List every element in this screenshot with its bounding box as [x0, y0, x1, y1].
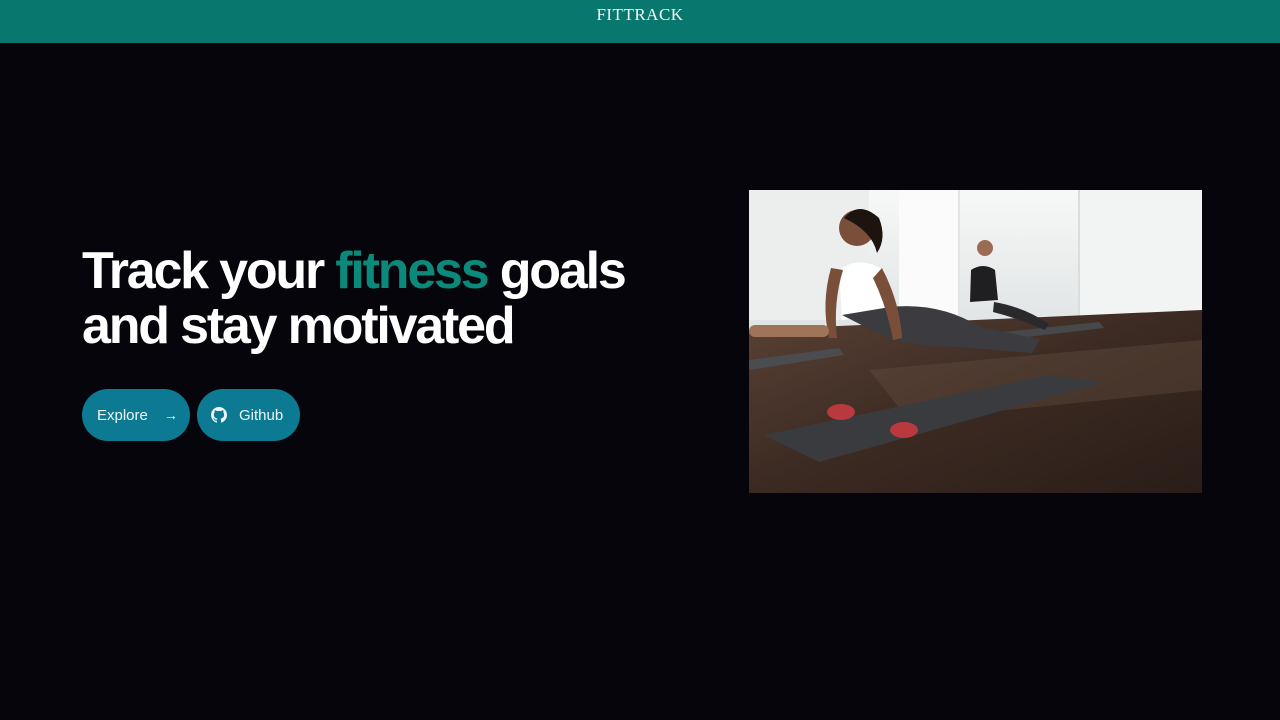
hero-headline: Track your fitness goals and stay motiva… — [82, 244, 722, 354]
github-icon — [211, 407, 227, 423]
hero-image — [749, 190, 1202, 493]
arrow-right-icon: → — [163, 407, 178, 423]
headline-part-1: Track your — [82, 242, 336, 300]
top-navbar: FITTRACK — [0, 0, 1280, 43]
explore-label: Explore — [97, 406, 148, 424]
github-button[interactable]: Github — [197, 389, 300, 441]
brand-logo[interactable]: FITTRACK — [596, 5, 683, 25]
github-label: Github — [239, 406, 284, 424]
yoga-class-photo — [749, 190, 1202, 493]
headline-accent: fitness — [335, 242, 489, 300]
explore-button[interactable]: Explore → — [82, 389, 190, 441]
